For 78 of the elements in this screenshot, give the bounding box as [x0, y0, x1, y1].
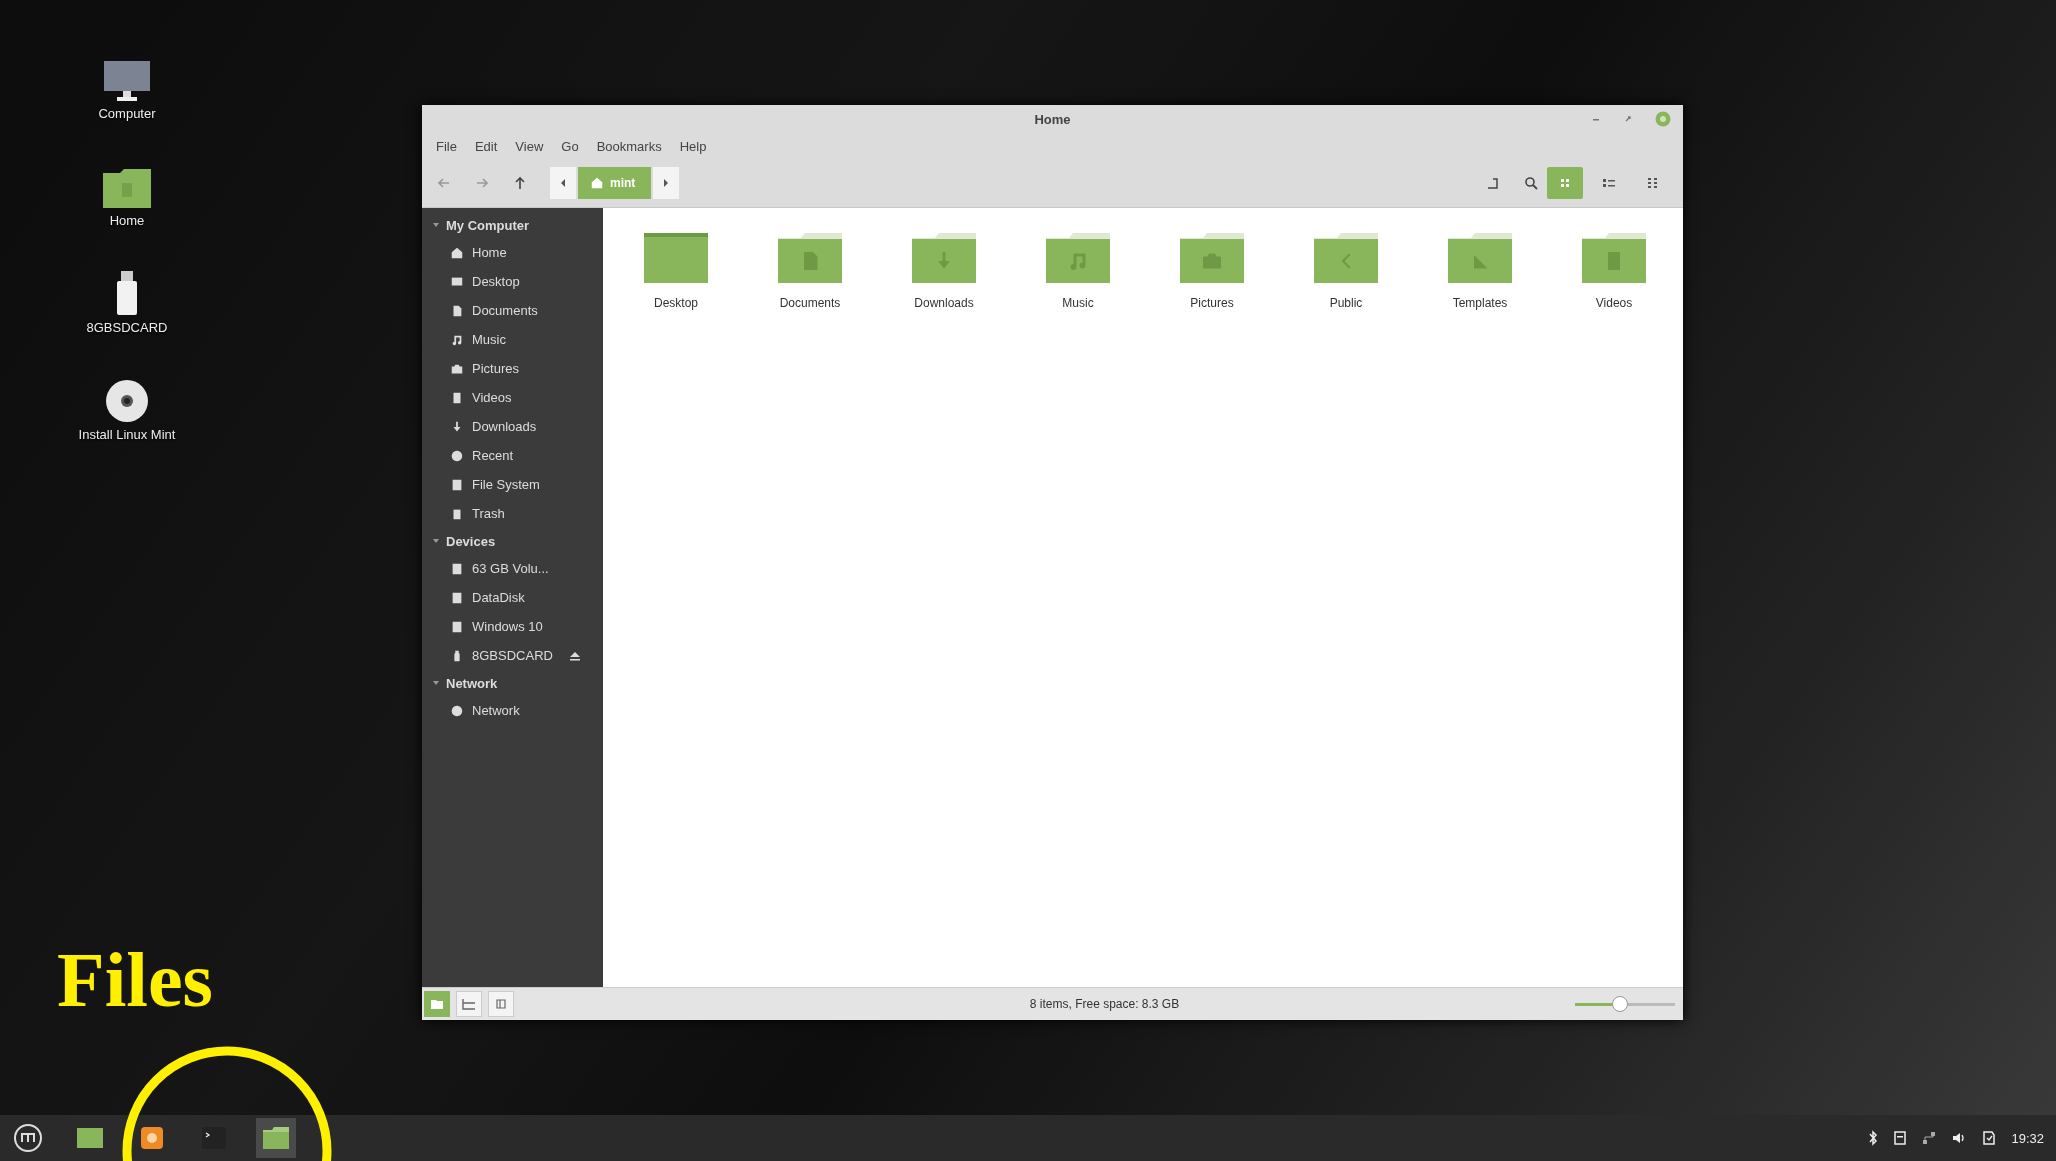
folder-label[interactable]: Videos — [1595, 296, 1633, 310]
maximize-icon[interactable] — [1623, 114, 1633, 124]
folder-label[interactable]: Pictures — [1190, 296, 1234, 310]
sidebar-item[interactable]: Videos — [472, 390, 512, 405]
hide-sidebar-button[interactable] — [488, 991, 514, 1017]
status-text: 8 items, Free space: 8.3 GB — [1028, 997, 1181, 1011]
sidebar-section-title: Network — [446, 675, 498, 691]
place-icon — [450, 590, 464, 605]
caret-left-icon[interactable] — [550, 167, 576, 199]
grid-icon — [1558, 176, 1572, 190]
place-icon — [450, 703, 464, 718]
place-icon — [450, 477, 464, 492]
path-toggle-icon[interactable] — [1485, 175, 1501, 191]
network-icon[interactable] — [1921, 1130, 1938, 1146]
sidebar-item[interactable]: Pictures — [472, 361, 519, 376]
desktop-icon-label[interactable]: 8GBSDCARD — [86, 320, 168, 335]
place-icon — [450, 619, 464, 634]
folder-icon[interactable] — [102, 167, 152, 209]
menu-item[interactable]: File — [430, 136, 463, 156]
sidebar-item[interactable]: Windows 10 — [472, 619, 543, 634]
folder-label[interactable]: Documents — [779, 296, 841, 310]
sidebar-item[interactable]: Documents — [472, 303, 538, 318]
disc-icon[interactable] — [105, 379, 149, 423]
sidebar-icon — [494, 998, 508, 1010]
menu-item[interactable]: Go — [555, 136, 585, 156]
expander-icon[interactable] — [432, 221, 440, 229]
clipboard-icon[interactable] — [1893, 1130, 1908, 1146]
sidebar-item[interactable]: Home — [472, 245, 507, 260]
caret-right-icon[interactable] — [653, 167, 680, 199]
place-icon — [450, 245, 464, 260]
desktop-icon-label[interactable]: Install Linux Mint — [78, 427, 176, 442]
sidebar-item[interactable]: Desktop — [472, 274, 520, 289]
menu-item[interactable]: Help — [673, 136, 713, 156]
window-title: Home — [1034, 111, 1071, 127]
menu-item[interactable]: View — [509, 136, 550, 156]
sidebar-item[interactable]: 8GBSDCARD — [472, 648, 553, 663]
expander-icon[interactable] — [432, 679, 440, 687]
sidebar-item[interactable]: DataDisk — [472, 590, 525, 605]
sidebar-item[interactable]: Trash — [472, 506, 505, 521]
usb-drive-icon[interactable] — [115, 270, 139, 316]
sidebar-item[interactable]: 63 GB Volu... — [472, 561, 549, 576]
folder-icon — [430, 998, 444, 1010]
expander-icon[interactable] — [432, 537, 440, 545]
folder-label[interactable]: Templates — [1452, 296, 1508, 310]
sidebar-item[interactable]: Recent — [472, 448, 514, 463]
tree-icon — [462, 998, 476, 1010]
bluetooth-icon[interactable] — [1867, 1130, 1880, 1146]
home-icon — [590, 176, 604, 190]
menu-item[interactable]: Bookmarks — [590, 136, 668, 156]
monitor-icon[interactable] — [103, 60, 151, 102]
zoom-slider[interactable] — [1575, 996, 1675, 1012]
desktop-icon-label[interactable]: Home — [109, 213, 145, 228]
folder-label[interactable]: Desktop — [654, 296, 698, 310]
place-icon — [450, 561, 464, 576]
files-button[interactable] — [256, 1118, 296, 1158]
menu-item[interactable]: Edit — [468, 136, 504, 156]
sidebar-section-title: Devices — [446, 533, 496, 549]
search-icon[interactable] — [1523, 175, 1539, 191]
sidebar-item[interactable]: Network — [472, 703, 520, 718]
icon-view-button[interactable] — [1547, 167, 1583, 199]
clock[interactable]: 19:32 — [2011, 1130, 2044, 1146]
annotation-label: Files — [57, 935, 213, 1025]
desktop-icon-label[interactable]: Computer — [98, 106, 156, 121]
folder-label[interactable]: Downloads — [914, 296, 974, 310]
folder-label[interactable]: Music — [1062, 296, 1094, 310]
compact-list-icon — [1602, 176, 1616, 190]
zoom-slider-thumb[interactable] — [1612, 996, 1628, 1012]
sidebar-item[interactable]: Downloads — [472, 419, 537, 434]
sidebar-item[interactable]: Music — [472, 332, 506, 347]
sidebar-item[interactable]: File System — [472, 477, 540, 492]
list-icon — [1646, 176, 1660, 190]
places-pane-button[interactable] — [424, 991, 450, 1017]
tree-pane-button[interactable] — [456, 991, 482, 1017]
eject-icon[interactable] — [568, 649, 581, 662]
place-icon — [450, 448, 464, 463]
folder-label[interactable]: Public — [1329, 296, 1363, 310]
mint-logo-icon — [13, 1123, 43, 1153]
sidebar-section-title: My Computer — [446, 217, 530, 233]
